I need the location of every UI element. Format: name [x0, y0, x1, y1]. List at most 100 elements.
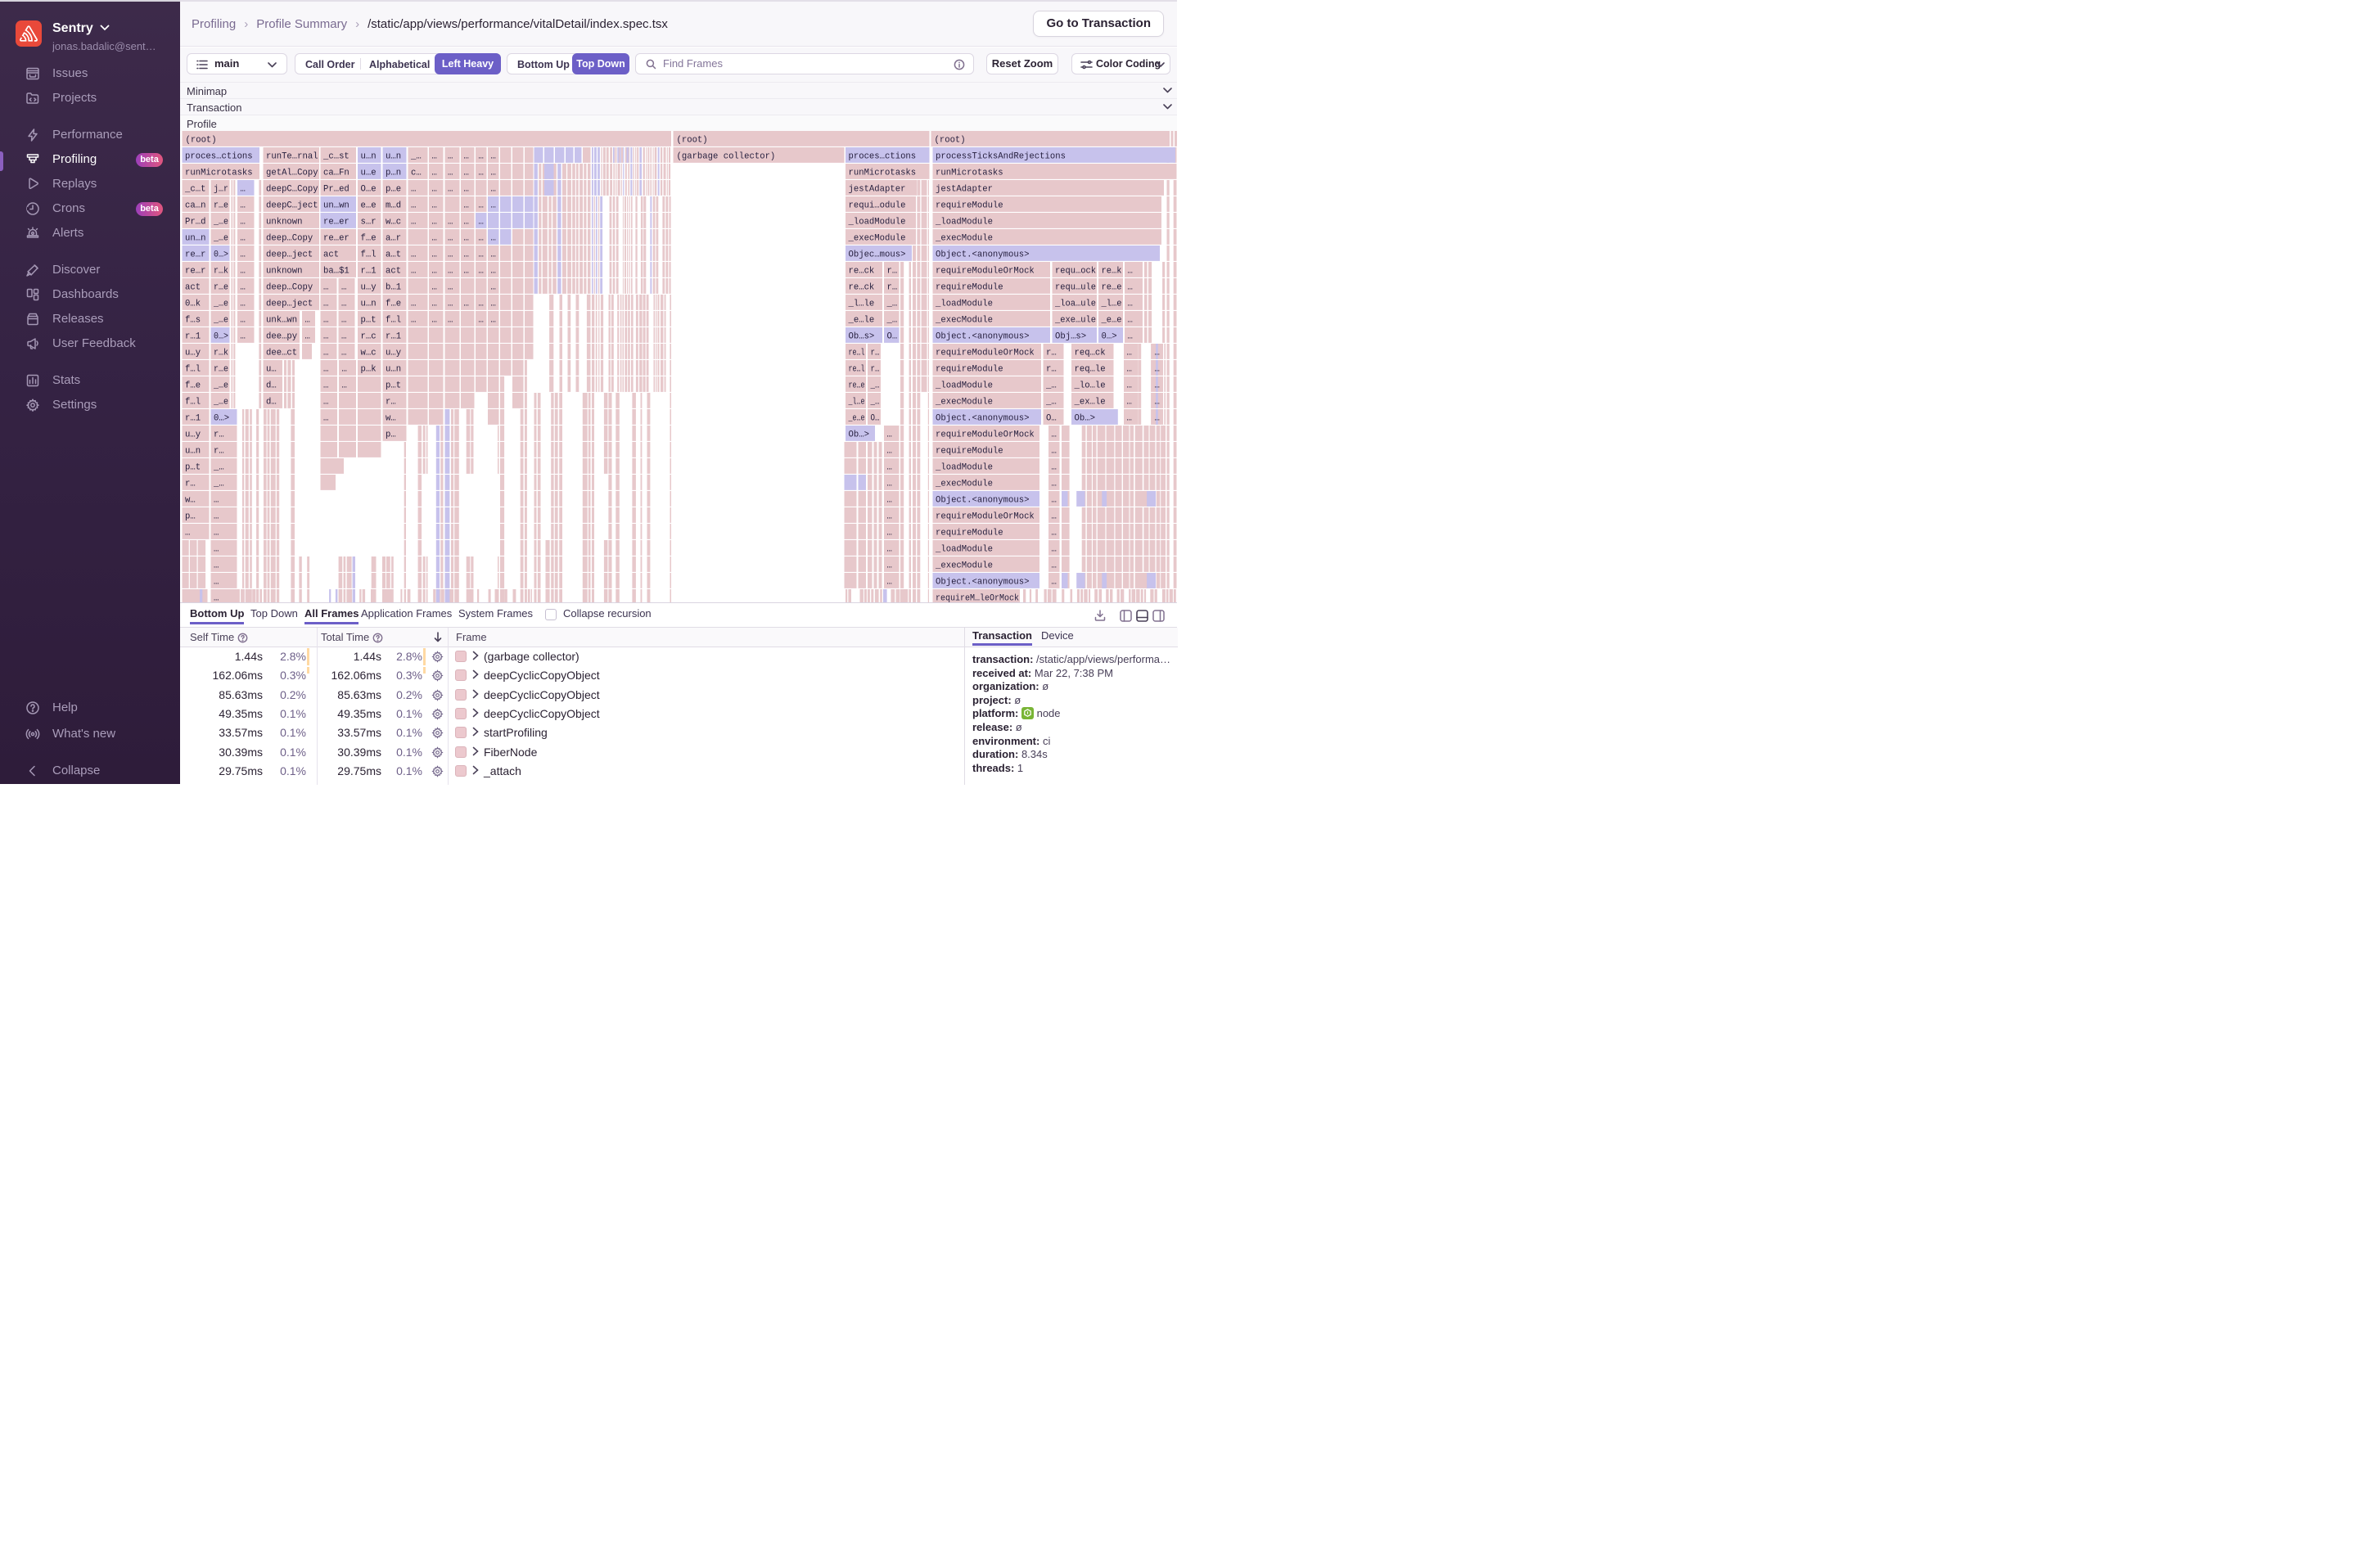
svg-text:f…l: f…l [361, 250, 377, 260]
svg-text:Object.<anonymous>: Object.<anonymous> [936, 332, 1029, 342]
svg-text:…: … [1052, 529, 1057, 538]
svg-text:Pr…d: Pr…d [185, 218, 205, 228]
svg-text:f…l: f…l [185, 398, 201, 408]
svg-text:0…>: 0…> [214, 250, 228, 260]
svg-text:re…r: re…r [185, 250, 205, 260]
svg-text:_…: _… [1045, 381, 1057, 391]
svg-text:…: … [887, 529, 892, 538]
svg-text:_…: _… [870, 398, 880, 408]
svg-text:re…er: re…er [323, 234, 349, 244]
svg-text:…: … [491, 250, 496, 260]
svg-text:deep…ject: deep…ject [266, 250, 313, 260]
svg-text:…: … [411, 218, 416, 228]
svg-text:deep…Copy: deep…Copy [266, 234, 313, 244]
svg-text:…: … [241, 185, 246, 195]
svg-text:…: … [887, 463, 892, 473]
svg-text:…: … [1052, 463, 1057, 473]
svg-text:…: … [342, 381, 347, 391]
svg-text:…: … [341, 300, 346, 309]
svg-text:_…e: _…e [213, 398, 228, 408]
svg-text:0…>: 0…> [1102, 332, 1117, 342]
svg-text:…: … [479, 234, 484, 244]
svg-text:…: … [887, 545, 892, 555]
svg-text:_l…e: _l…e [848, 398, 865, 408]
svg-text:_loadModule: _loadModule [935, 381, 993, 391]
svg-text:…: … [305, 316, 310, 326]
svg-text:_execModule: _execModule [935, 480, 993, 489]
svg-text:…: … [323, 316, 328, 326]
svg-text:_c…st: _c…st [322, 152, 349, 162]
svg-text:Ob…>: Ob…> [1075, 414, 1095, 424]
svg-text:_…: _… [213, 480, 224, 489]
svg-text:u…n: u…n [185, 447, 201, 457]
svg-text:p…t: p…t [185, 463, 201, 473]
svg-text:p…: p… [185, 512, 196, 522]
svg-text:…: … [1127, 365, 1132, 375]
svg-text:…: … [411, 316, 416, 326]
svg-text:…: … [305, 332, 310, 342]
svg-text:…: … [341, 332, 346, 342]
svg-text:…: … [214, 594, 219, 602]
svg-text:…: … [491, 300, 496, 309]
svg-text:0…k: 0…k [185, 300, 201, 309]
svg-text:f…s: f…s [185, 316, 201, 326]
svg-text:…: … [432, 250, 437, 260]
svg-text:…: … [464, 250, 469, 260]
svg-text:…: … [1127, 381, 1132, 391]
svg-text:Object.<anonymous>: Object.<anonymous> [936, 250, 1029, 260]
svg-text:r…: r… [871, 365, 880, 375]
svg-text:…: … [241, 234, 246, 244]
svg-text:ba…$1: ba…$1 [323, 267, 349, 277]
svg-text:u…: u… [266, 365, 277, 375]
svg-text:_e…e: _e…e [1101, 316, 1122, 326]
svg-text:r…e: r…e [214, 365, 228, 375]
svg-text:…: … [448, 316, 453, 326]
svg-text:requireModuleOrMock: requireModuleOrMock [936, 430, 1035, 440]
svg-text:requireModule: requireModule [936, 447, 1003, 457]
svg-text:…: … [432, 234, 437, 244]
svg-text:r…: r… [871, 349, 880, 358]
svg-text:re…k: re…k [1102, 267, 1122, 277]
svg-text:re…l: re…l [849, 349, 865, 358]
svg-text:…: … [491, 201, 496, 211]
svg-text:processTicksAndRejections: processTicksAndRejections [936, 152, 1066, 162]
svg-text:e…e: e…e [361, 201, 377, 211]
svg-text:jestAdapter: jestAdapter [849, 185, 906, 195]
svg-text:…: … [241, 267, 246, 277]
svg-text:p…e: p…e [386, 185, 401, 195]
svg-text:…: … [1052, 430, 1057, 440]
svg-text:r…k: r…k [214, 349, 228, 358]
svg-text:…: … [887, 430, 892, 440]
svg-text:…: … [887, 496, 892, 506]
svg-text:un…wn: un…wn [323, 201, 349, 211]
svg-text:getAl…Copy: getAl…Copy [266, 169, 318, 178]
svg-text:…: … [887, 480, 892, 489]
svg-text:p…: p… [386, 430, 396, 440]
svg-text:…: … [1052, 545, 1057, 555]
svg-text:O…: O… [887, 332, 898, 342]
svg-text:u…e: u…e [361, 169, 377, 178]
svg-text:re…r: re…r [185, 267, 205, 277]
svg-text:…: … [432, 267, 437, 277]
svg-text:u…y: u…y [185, 349, 201, 358]
svg-text:w…c: w…c [386, 218, 401, 228]
svg-text:unk…wn: unk…wn [266, 316, 297, 326]
svg-text:s…r: s…r [361, 218, 377, 228]
svg-text:…: … [448, 152, 453, 162]
svg-text:_…e: _…e [213, 234, 228, 244]
svg-text:_l…e: _l…e [1101, 300, 1122, 309]
svg-text:…: … [1155, 398, 1160, 408]
svg-text:…: … [323, 332, 328, 342]
svg-text:…: … [448, 185, 453, 195]
svg-text:…: … [464, 234, 469, 244]
svg-text:…: … [432, 152, 437, 162]
svg-text:…: … [491, 152, 496, 162]
svg-text:_execModule: _execModule [935, 234, 993, 244]
svg-text:…: … [1052, 480, 1057, 489]
svg-text:…: … [464, 152, 469, 162]
svg-text:Object.<anonymous>: Object.<anonymous> [936, 414, 1029, 424]
svg-text:…: … [491, 234, 496, 244]
svg-text:…: … [214, 545, 219, 555]
svg-text:d…: d… [266, 398, 277, 408]
svg-text:…: … [411, 300, 416, 309]
